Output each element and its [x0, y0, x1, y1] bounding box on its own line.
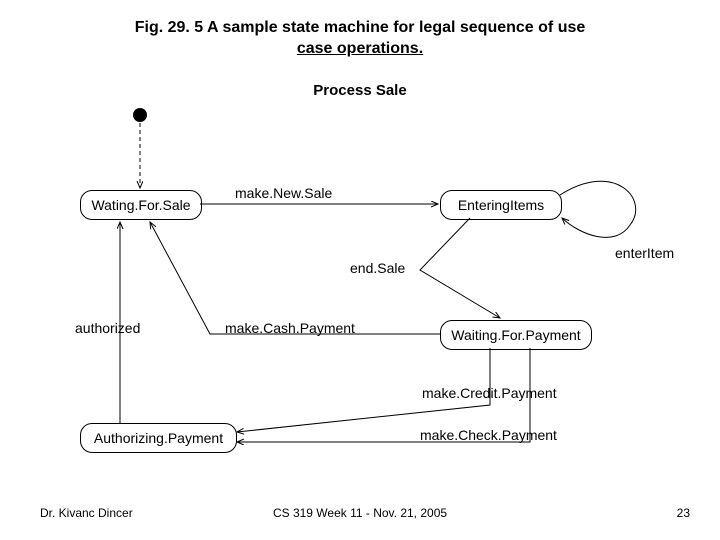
title-line1: Fig. 29. 5 A sample state machine for le… — [135, 19, 586, 36]
state-waiting-for-sale: Wating.For.Sale — [80, 190, 202, 220]
state-authorizing-payment: Authorizing.Payment — [80, 423, 237, 453]
footer-course: CS 319 Week 11 - Nov. 21, 2005 — [0, 506, 720, 520]
footer-page: 23 — [677, 506, 690, 520]
state-label: Wating.For.Sale — [91, 197, 190, 213]
figure-title: Fig. 29. 5 A sample state machine for le… — [0, 18, 720, 60]
state-label: Authorizing.Payment — [94, 430, 223, 446]
label-enter-item: enterItem — [615, 245, 674, 261]
label-make-new-sale: make.New.Sale — [235, 185, 332, 201]
initial-state-icon — [133, 108, 147, 122]
state-waiting-for-payment: Waiting.For.Payment — [440, 320, 592, 350]
state-label: Waiting.For.Payment — [451, 327, 580, 343]
state-entering-items: EnteringItems — [440, 190, 562, 220]
state-label: EnteringItems — [458, 197, 544, 213]
label-make-cash-payment: make.Cash.Payment — [225, 320, 355, 336]
label-make-check-payment: make.Check.Payment — [420, 427, 557, 443]
diagram-subtitle: Process Sale — [0, 82, 720, 99]
title-line2: case operations. — [297, 40, 423, 57]
label-make-credit-payment: make.Credit.Payment — [422, 385, 557, 401]
label-authorized: authorized — [75, 320, 140, 336]
label-end-sale: end.Sale — [350, 260, 405, 276]
